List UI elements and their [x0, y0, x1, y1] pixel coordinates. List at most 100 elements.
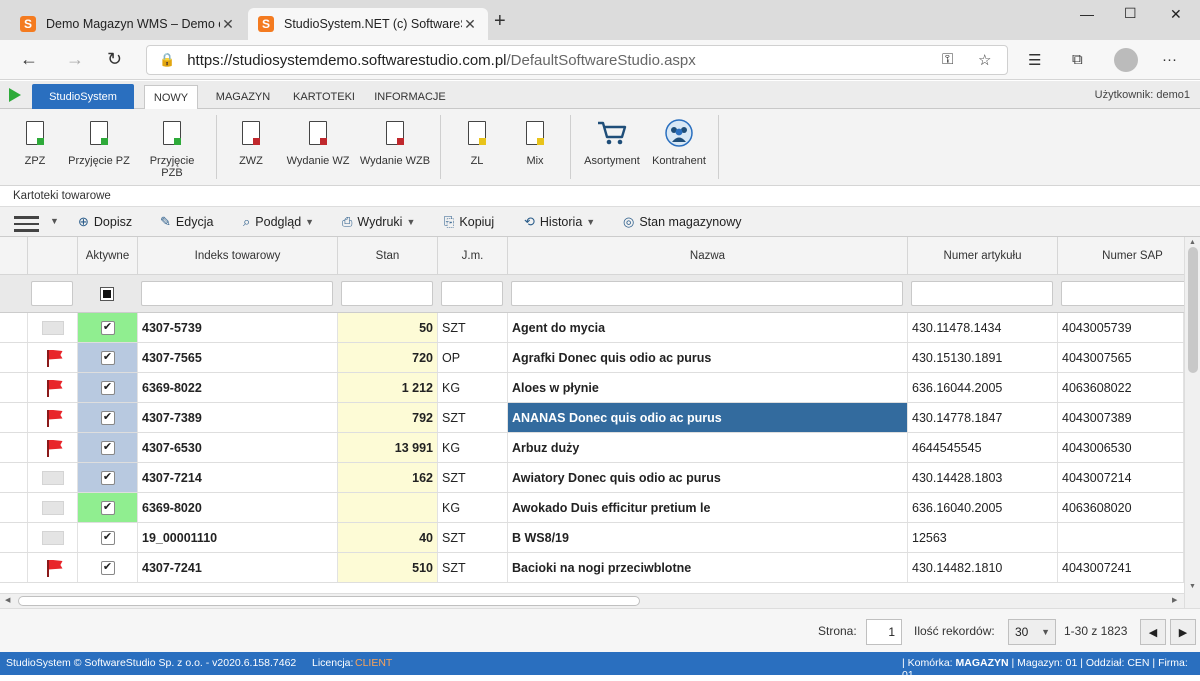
indeks-cell[interactable]: 4307-5739 — [138, 313, 338, 342]
filter-input-numer-sap[interactable] — [1061, 281, 1184, 306]
tab-nowy[interactable]: NOWY — [144, 85, 198, 109]
stan-cell[interactable] — [338, 493, 438, 522]
ribbon-mix-button[interactable]: Mix — [512, 117, 558, 179]
horizontal-scrollbar[interactable]: ◀ ▶ — [0, 593, 1184, 608]
jm-cell[interactable]: SZT — [438, 313, 508, 342]
column-header-jm[interactable]: J.m. — [438, 237, 508, 275]
numer-artykulu-cell[interactable]: 430.14778.1847 — [908, 403, 1058, 432]
kopiuj-button[interactable]: ⎘ Kopiuj — [444, 214, 494, 230]
aktywne-cell[interactable]: ✔ — [78, 313, 138, 342]
jm-cell[interactable]: SZT — [438, 553, 508, 582]
stan-cell[interactable]: 1 212 — [338, 373, 438, 402]
stan-cell[interactable]: 13 991 — [338, 433, 438, 462]
scroll-right-icon[interactable]: ▶ — [1172, 596, 1177, 604]
column-header-numer-sap[interactable]: Numer SAP — [1058, 237, 1184, 275]
numer-sap-cell[interactable]: 4063608020 — [1058, 493, 1184, 522]
jm-cell[interactable]: SZT — [438, 403, 508, 432]
jm-cell[interactable]: OP — [438, 343, 508, 372]
jm-cell[interactable]: KG — [438, 493, 508, 522]
filter-input-stan[interactable] — [341, 281, 433, 306]
filter-aktywne-checkbox[interactable] — [100, 286, 114, 301]
more-icon[interactable]: ··· — [1162, 51, 1177, 68]
numer-sap-cell[interactable] — [1058, 523, 1184, 552]
page-number-input[interactable]: 1 — [866, 619, 902, 645]
historia-button[interactable]: ⟲ Historia ▼ — [524, 214, 595, 230]
stan-cell[interactable]: 792 — [338, 403, 438, 432]
reload-icon[interactable]: ↻ — [107, 49, 122, 70]
checkbox-checked-icon[interactable]: ✔ — [100, 560, 115, 575]
nazwa-cell[interactable]: Aloes w płynie — [508, 373, 908, 402]
table-row[interactable]: ✔ 19_00001110 40 SZT B WS8/19 12563 — [0, 523, 1184, 553]
forward-icon[interactable]: → — [66, 49, 84, 70]
favorite-star-icon[interactable]: ☆ — [978, 51, 991, 69]
minimize-icon[interactable]: — — [1080, 6, 1094, 22]
flag-cell[interactable] — [28, 313, 78, 342]
indeks-cell[interactable]: 4307-7214 — [138, 463, 338, 492]
stan-cell[interactable]: 40 — [338, 523, 438, 552]
play-icon[interactable] — [9, 88, 21, 102]
table-row[interactable]: ✔ 4307-7389 792 SZT ANANAS Donec quis odio a… — [0, 403, 1184, 433]
checkbox-checked-icon[interactable]: ✔ — [100, 500, 115, 515]
stan-cell[interactable]: 50 — [338, 313, 438, 342]
aktywne-cell[interactable]: ✔ — [78, 373, 138, 402]
flag-cell[interactable] — [28, 403, 78, 432]
scroll-up-icon[interactable]: ▲ — [1189, 239, 1196, 246]
table-row[interactable]: ✔ 4307-7241 510 SZT Bacioki na nogi przeciwb… — [0, 553, 1184, 583]
filter-input-jm[interactable] — [441, 281, 503, 306]
scroll-down-icon[interactable]: ▼ — [1189, 583, 1196, 590]
nazwa-cell[interactable]: Agrafki Donec quis odio ac purus — [508, 343, 908, 372]
maximize-icon[interactable]: ☐ — [1124, 5, 1137, 22]
aktywne-cell[interactable]: ✔ — [78, 553, 138, 582]
aktywne-cell[interactable]: ✔ — [78, 343, 138, 372]
aktywne-cell[interactable]: ✔ — [78, 463, 138, 492]
next-page-button[interactable]: ▶ — [1170, 619, 1196, 645]
numer-artykulu-cell[interactable]: 430.11478.1434 — [908, 313, 1058, 342]
tab-informacje[interactable]: INFORMACJE — [370, 85, 450, 109]
stan-cell[interactable]: 162 — [338, 463, 438, 492]
ribbon-przyjecie-pz-button[interactable]: Przyjęcie PZ — [68, 117, 130, 179]
table-row[interactable]: ✔ 4307-7214 162 SZT Awiatory Donec quis odio… — [0, 463, 1184, 493]
stan-magazynowy-button[interactable]: ◎ Stan magazynowy — [623, 214, 741, 230]
filter-input-nazwa[interactable] — [511, 281, 903, 306]
browser-tab-studiosystem[interactable]: S StudioSystem.NET (c) SoftwareStu ✕ — [248, 8, 488, 40]
edycja-button[interactable]: ✎ Edycja — [160, 214, 213, 230]
indeks-cell[interactable]: 4307-7565 — [138, 343, 338, 372]
new-tab-button[interactable]: + — [494, 10, 506, 33]
nazwa-cell[interactable]: Bacioki na nogi przeciwblotne — [508, 553, 908, 582]
tab-kartoteki[interactable]: KARTOTEKI — [288, 85, 360, 109]
numer-artykulu-cell[interactable]: 636.16044.2005 — [908, 373, 1058, 402]
aktywne-cell[interactable]: ✔ — [78, 523, 138, 552]
checkbox-checked-icon[interactable]: ✔ — [100, 410, 115, 425]
nazwa-cell[interactable]: ANANAS Donec quis odio ac purus — [508, 403, 908, 432]
window-close-icon[interactable]: ✕ — [1170, 6, 1182, 23]
filter-input-blank[interactable] — [31, 281, 73, 306]
column-header-indeks[interactable]: Indeks towarowy — [138, 237, 338, 275]
page-size-select[interactable]: 30 ▼ — [1008, 619, 1056, 645]
indeks-cell[interactable]: 4307-7389 — [138, 403, 338, 432]
chevron-down-icon[interactable]: ▼ — [46, 216, 59, 226]
browser-tab-magazyn[interactable]: S Demo Magazyn WMS – Demo on ✕ — [10, 8, 246, 40]
jm-cell[interactable]: SZT — [438, 463, 508, 492]
flag-cell[interactable] — [28, 523, 78, 552]
numer-artykulu-cell[interactable]: 430.15130.1891 — [908, 343, 1058, 372]
numer-sap-cell[interactable]: 4043007389 — [1058, 403, 1184, 432]
checkbox-checked-icon[interactable]: ✔ — [100, 470, 115, 485]
vertical-scroll-thumb[interactable] — [1188, 247, 1198, 373]
numer-artykulu-cell[interactable]: 636.16040.2005 — [908, 493, 1058, 522]
nazwa-cell[interactable]: Awokado Duis efficitur pretium le — [508, 493, 908, 522]
dopisz-button[interactable]: ⊕ Dopisz — [78, 214, 132, 230]
aktywne-cell[interactable]: ✔ — [78, 433, 138, 462]
ribbon-wydanie-wz-button[interactable]: Wydanie WZ — [284, 117, 352, 179]
jm-cell[interactable]: KG — [438, 373, 508, 402]
key-icon[interactable]: ⚿ — [942, 51, 953, 68]
nazwa-cell[interactable]: Awiatory Donec quis odio ac purus — [508, 463, 908, 492]
column-header-aktywne[interactable]: Aktywne — [78, 237, 138, 275]
previous-page-button[interactable]: ◀ — [1140, 619, 1166, 645]
flag-cell[interactable] — [28, 463, 78, 492]
collections-icon[interactable]: ⧉ — [1072, 51, 1083, 68]
back-icon[interactable]: ← — [20, 49, 38, 70]
ribbon-wydanie-wzb-button[interactable]: Wydanie WZB — [358, 117, 432, 179]
numer-artykulu-cell[interactable]: 430.14482.1810 — [908, 553, 1058, 582]
filter-input-indeks[interactable] — [141, 281, 333, 306]
nazwa-cell[interactable]: B WS8/19 — [508, 523, 908, 552]
